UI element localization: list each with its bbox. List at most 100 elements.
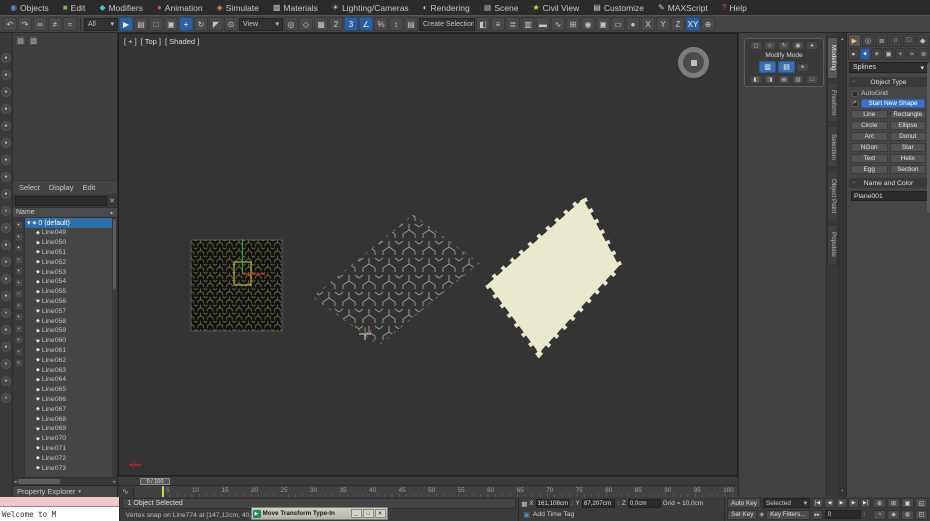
time-slider-handle[interactable]: 0 / 100 [140, 478, 170, 485]
caddy-tool-1[interactable]: ◻ [750, 41, 762, 50]
schematic-view-button[interactable]: ⊞ [566, 17, 580, 31]
category-geometry[interactable]: ● [848, 48, 859, 60]
selection-filter-dropdown[interactable]: All▾ [84, 18, 118, 31]
dock-tool[interactable]: ● [1, 274, 11, 284]
object-type-button[interactable]: Donut [890, 132, 927, 141]
select-and-rotate-button[interactable]: ↻ [194, 17, 208, 31]
scene-object-row[interactable]: ◆ Line071 [25, 444, 117, 454]
dock-tool[interactable]: ● [1, 138, 11, 148]
scene-object-row[interactable]: ◆ Line059 [25, 326, 117, 336]
autogrid-checkbox[interactable] [852, 91, 858, 97]
object-type-button[interactable]: Section [890, 165, 927, 174]
scene-object-row[interactable]: ◆ Line067 [25, 404, 117, 414]
object-type-rollout-header[interactable]: − Object Type [849, 77, 928, 87]
restrict-to-z-button[interactable]: Z [671, 17, 685, 31]
tab-motion[interactable]: ○ [889, 34, 902, 47]
window-control-button[interactable]: _ [351, 509, 362, 518]
scroll-left-icon[interactable]: ◂ [14, 479, 17, 485]
current-frame-marker[interactable] [162, 486, 164, 497]
scene-object-row[interactable]: ◆ Line055 [25, 287, 117, 297]
toggle-scene-explorer-button[interactable]: ≣ [506, 17, 520, 31]
set-key-button[interactable]: Set Key [727, 510, 757, 520]
tab-utilities[interactable]: ◆ [916, 34, 929, 47]
absolute-mode-icon[interactable]: ▦ [521, 500, 527, 508]
explorer-filter-icon[interactable]: ▪ [15, 221, 23, 229]
mirror-button[interactable]: ◧ [476, 17, 490, 31]
tab-modify[interactable]: ◎ [862, 34, 875, 47]
toggle-ribbon-button[interactable]: ▬ [536, 17, 550, 31]
scene-object-row[interactable]: ◆ Line058 [25, 316, 117, 326]
dock-tool[interactable]: ● [1, 206, 11, 216]
category-cameras[interactable]: ▣ [883, 48, 894, 60]
dock-tool[interactable]: ● [1, 223, 11, 233]
scene-object-row[interactable]: ◆ Line064 [25, 375, 117, 385]
scene-object-row[interactable]: ◆ Line050 [25, 238, 117, 248]
tab-hierarchy[interactable]: ≣ [875, 34, 888, 47]
scene-object-row[interactable]: ◆ Line049 [25, 228, 117, 238]
select-object-button[interactable]: ▶ [119, 17, 133, 31]
explorer-filter-icon[interactable]: ▪ [15, 290, 23, 298]
scene-object-row[interactable]: ◆ Line073 [25, 463, 117, 473]
menu-objects[interactable]: ◉ Objects [3, 0, 56, 15]
snap-toggle-3d-button[interactable]: 3 [344, 17, 358, 31]
dock-tool[interactable]: ● [1, 359, 11, 369]
tessellated-plane-object[interactable] [488, 199, 619, 353]
scene-object-row[interactable]: ◆ Line066 [25, 395, 117, 405]
name-color-rollout-header[interactable]: − Name and Color [849, 178, 928, 188]
scene-object-row[interactable]: ◆ Line056 [25, 297, 117, 307]
select-and-place-button[interactable]: ⊙ [224, 17, 238, 31]
ribbon-pin-icon[interactable]: ▪ [841, 488, 843, 494]
select-by-name-button[interactable]: ▤ [134, 17, 148, 31]
rendered-frame-window-button[interactable]: ▭ [611, 17, 625, 31]
undo-button[interactable]: ↶ [3, 17, 17, 31]
category-systems[interactable]: ⊛ [918, 48, 929, 60]
go-to-end-button[interactable]: ▶| [860, 498, 871, 508]
select-and-link-button[interactable]: ∞ [33, 17, 47, 31]
ribbon-tab-object-paint[interactable]: Object Paint [827, 171, 838, 221]
caddy-tool-6[interactable]: ◧ [750, 75, 762, 84]
orbit-button[interactable]: ◍ [901, 510, 914, 520]
maximize-viewport-button[interactable]: ◰ [915, 510, 928, 520]
scene-object-row[interactable]: ◆ Line065 [25, 385, 117, 395]
viewcube[interactable] [678, 47, 709, 78]
scene-explorer-menu-item[interactable]: Edit [82, 183, 95, 192]
modify-mode-button-1[interactable]: ▥ [759, 61, 776, 73]
dock-tool[interactable]: ● [1, 325, 11, 335]
scene-explorer-menu-item[interactable]: Select [19, 183, 40, 192]
dock-tool[interactable]: ● [1, 70, 11, 80]
scene-object-row[interactable]: ◆ Line061 [25, 346, 117, 356]
percent-snap-button[interactable]: % [374, 17, 388, 31]
dock-tool[interactable]: ● [1, 240, 11, 250]
viewport-top-shaded[interactable]: [ + ] [ Top ] [ Shaded ] [118, 33, 738, 476]
explorer-filter-icon[interactable]: ▪ [15, 359, 23, 367]
caddy-tool-2[interactable]: ◇ [764, 41, 776, 50]
ribbon-expand-icon[interactable]: ▴ [841, 36, 844, 42]
key-mode-toggle-button[interactable]: ▸▸ [812, 510, 823, 520]
explorer-filter-icon[interactable]: ▪ [15, 279, 23, 287]
spline-category-dropdown[interactable]: Splines ▾ [849, 62, 928, 73]
wireframe-spline-pattern[interactable] [313, 215, 479, 345]
category-helpers[interactable]: + [895, 48, 906, 60]
restrict-to-x-button[interactable]: X [641, 17, 655, 31]
object-type-button[interactable]: Rectangle [890, 110, 927, 119]
layer-group-row[interactable]: ▾ ◆ 0 (default) [25, 218, 117, 228]
horizontal-scrollbar[interactable]: ◂ ▸ [13, 477, 117, 485]
category-space-warps[interactable]: ≈ [907, 48, 918, 60]
use-pivot-point-button[interactable]: ◎ [284, 17, 298, 31]
start-new-shape-checkbox[interactable]: ✓ [852, 101, 858, 107]
menu-civil-view[interactable]: ★ Civil View [525, 0, 586, 15]
curve-editor-button[interactable]: ∿ [551, 17, 565, 31]
zoom-extents-all-button[interactable]: ◱ [915, 498, 928, 508]
caddy-expand-button[interactable]: ▸ [797, 63, 809, 72]
caddy-tool-5[interactable]: ● [806, 41, 818, 50]
window-crossing-button[interactable]: ▣ [164, 17, 178, 31]
restrict-to-xy-plane-button[interactable]: XY [686, 17, 700, 31]
menu-maxscript[interactable]: ✎ MAXScript [651, 0, 715, 15]
menu-help[interactable]: ? Help [715, 0, 754, 15]
z-coordinate-field[interactable]: 0,0cm [628, 499, 661, 508]
pan-button[interactable]: ◈ [887, 510, 900, 520]
select-and-move-button[interactable]: + [179, 17, 193, 31]
render-setup-button[interactable]: ▣ [596, 17, 610, 31]
dock-tool[interactable]: ● [1, 257, 11, 267]
track-bar-ruler[interactable]: 5101520253035404550556065707580859095100 [134, 486, 738, 497]
